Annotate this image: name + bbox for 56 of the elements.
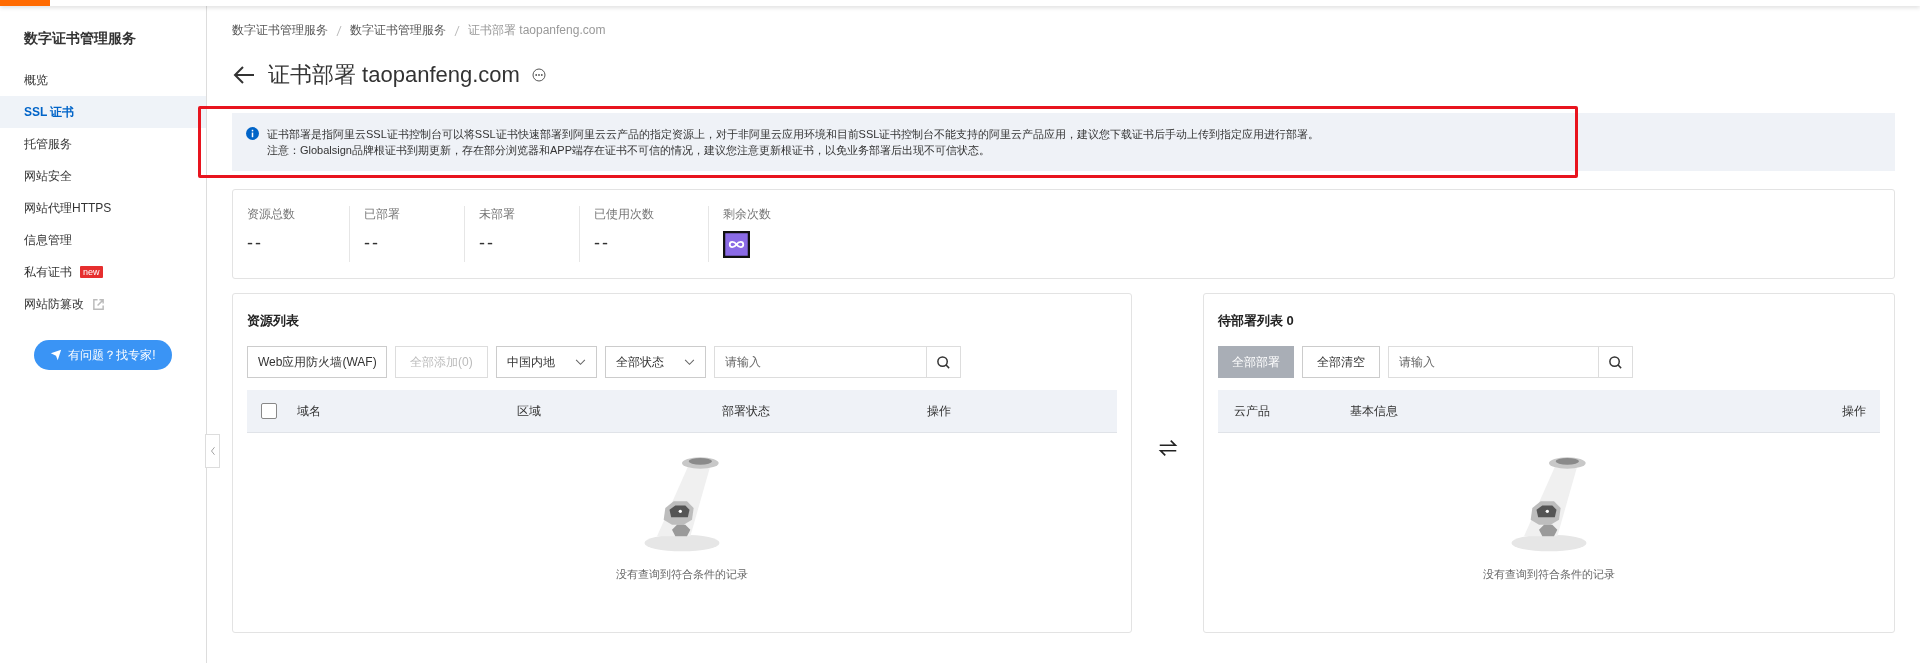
search-field[interactable]: 请输入: [713, 346, 961, 378]
stat-label: 资源总数: [247, 206, 296, 223]
stat-label: 未部署: [479, 206, 516, 223]
select-all-checkbox[interactable]: [261, 403, 277, 419]
sidebar-item[interactable]: 托管服务: [0, 128, 206, 160]
empty-message: 没有查询到符合条件的记录: [1483, 567, 1615, 582]
column-header: 操作: [1842, 402, 1866, 420]
caret-icon: [574, 358, 586, 366]
column-header: 区域: [517, 402, 542, 420]
info-icon: [246, 127, 259, 140]
column-header: 操作: [927, 402, 951, 420]
search-icon: [935, 354, 951, 370]
sidebar-item[interactable]: 信息管理: [0, 224, 206, 256]
alert-text: 注意：Globalsign品牌根证书到期更新，存在部分浏览器和APP端存在证书不可信的情况，建议您注意更新根证书，以免业务部署后出现不可信状态。: [267, 143, 991, 158]
column-header: 域名: [297, 402, 322, 420]
slash-icon: [336, 24, 342, 37]
stat-value: --: [364, 233, 381, 254]
panel-title: 待部署列表 0: [1218, 312, 1295, 330]
swap-icon[interactable]: [1156, 437, 1179, 459]
stat-value: --: [594, 233, 611, 254]
empty-message: 没有查询到符合条件的记录: [616, 567, 748, 582]
product-select[interactable]: Web应用防火墙(WAF): [247, 346, 387, 378]
sidebar-title: 数字证书管理服务: [23, 30, 137, 48]
sidebar-item[interactable]: 私有证书 new: [0, 256, 206, 288]
stat-value: --: [479, 233, 496, 254]
stat-label: 已使用次数: [594, 206, 655, 223]
status-select[interactable]: 全部状态: [604, 346, 706, 378]
column-header: 部署状态: [722, 402, 771, 420]
sidebar-item[interactable]: 网站安全: [0, 160, 206, 192]
breadcrumb-item[interactable]: 数字证书管理服务: [232, 22, 328, 39]
search-field[interactable]: 请输入: [1388, 346, 1633, 378]
top-accent-bar: [0, 0, 50, 6]
column-header: 云产品: [1234, 402, 1271, 420]
paper-plane-icon: [50, 349, 63, 361]
sidebar-item[interactable]: SSL 证书: [0, 96, 206, 128]
slash-icon: [454, 24, 460, 37]
sidebar-item[interactable]: 概览: [0, 64, 206, 96]
stat-label: 已部署: [364, 206, 401, 223]
infinity-icon: [723, 231, 750, 258]
breadcrumb-item: 证书部署 taopanfeng.com: [468, 22, 606, 39]
panel-title: 资源列表: [247, 312, 300, 330]
more-icon[interactable]: [531, 68, 546, 82]
column-header: 基本信息: [1350, 402, 1399, 420]
sidebar-item[interactable]: 网站防篡改: [0, 288, 206, 320]
breadcrumb-item[interactable]: 数字证书管理服务: [350, 22, 446, 39]
stat-value: --: [247, 233, 264, 254]
clear-all-button[interactable]: 全部清空: [1302, 346, 1380, 378]
new-badge: new: [80, 266, 103, 278]
stat-label: 剩余次数: [723, 206, 772, 223]
page-title: 证书部署 taopanfeng.com: [268, 61, 520, 89]
search-icon: [1608, 354, 1623, 370]
region-select[interactable]: 中国内地: [495, 346, 597, 378]
alert-text: 证书部署是指阿里云SSL证书控制台可以将SSL证书快速部署到阿里云云产品的指定资源上，对于非阿里云应用环境和目前SSL证书控制台不能支持的阿里云产品应用，建议您下载证书后手动上传到指定应用进行部署。: [267, 127, 1320, 142]
sidebar-item[interactable]: 网站代理HTTPS: [0, 192, 206, 224]
collapse-handle[interactable]: [205, 434, 220, 468]
caret-icon: [683, 358, 695, 366]
